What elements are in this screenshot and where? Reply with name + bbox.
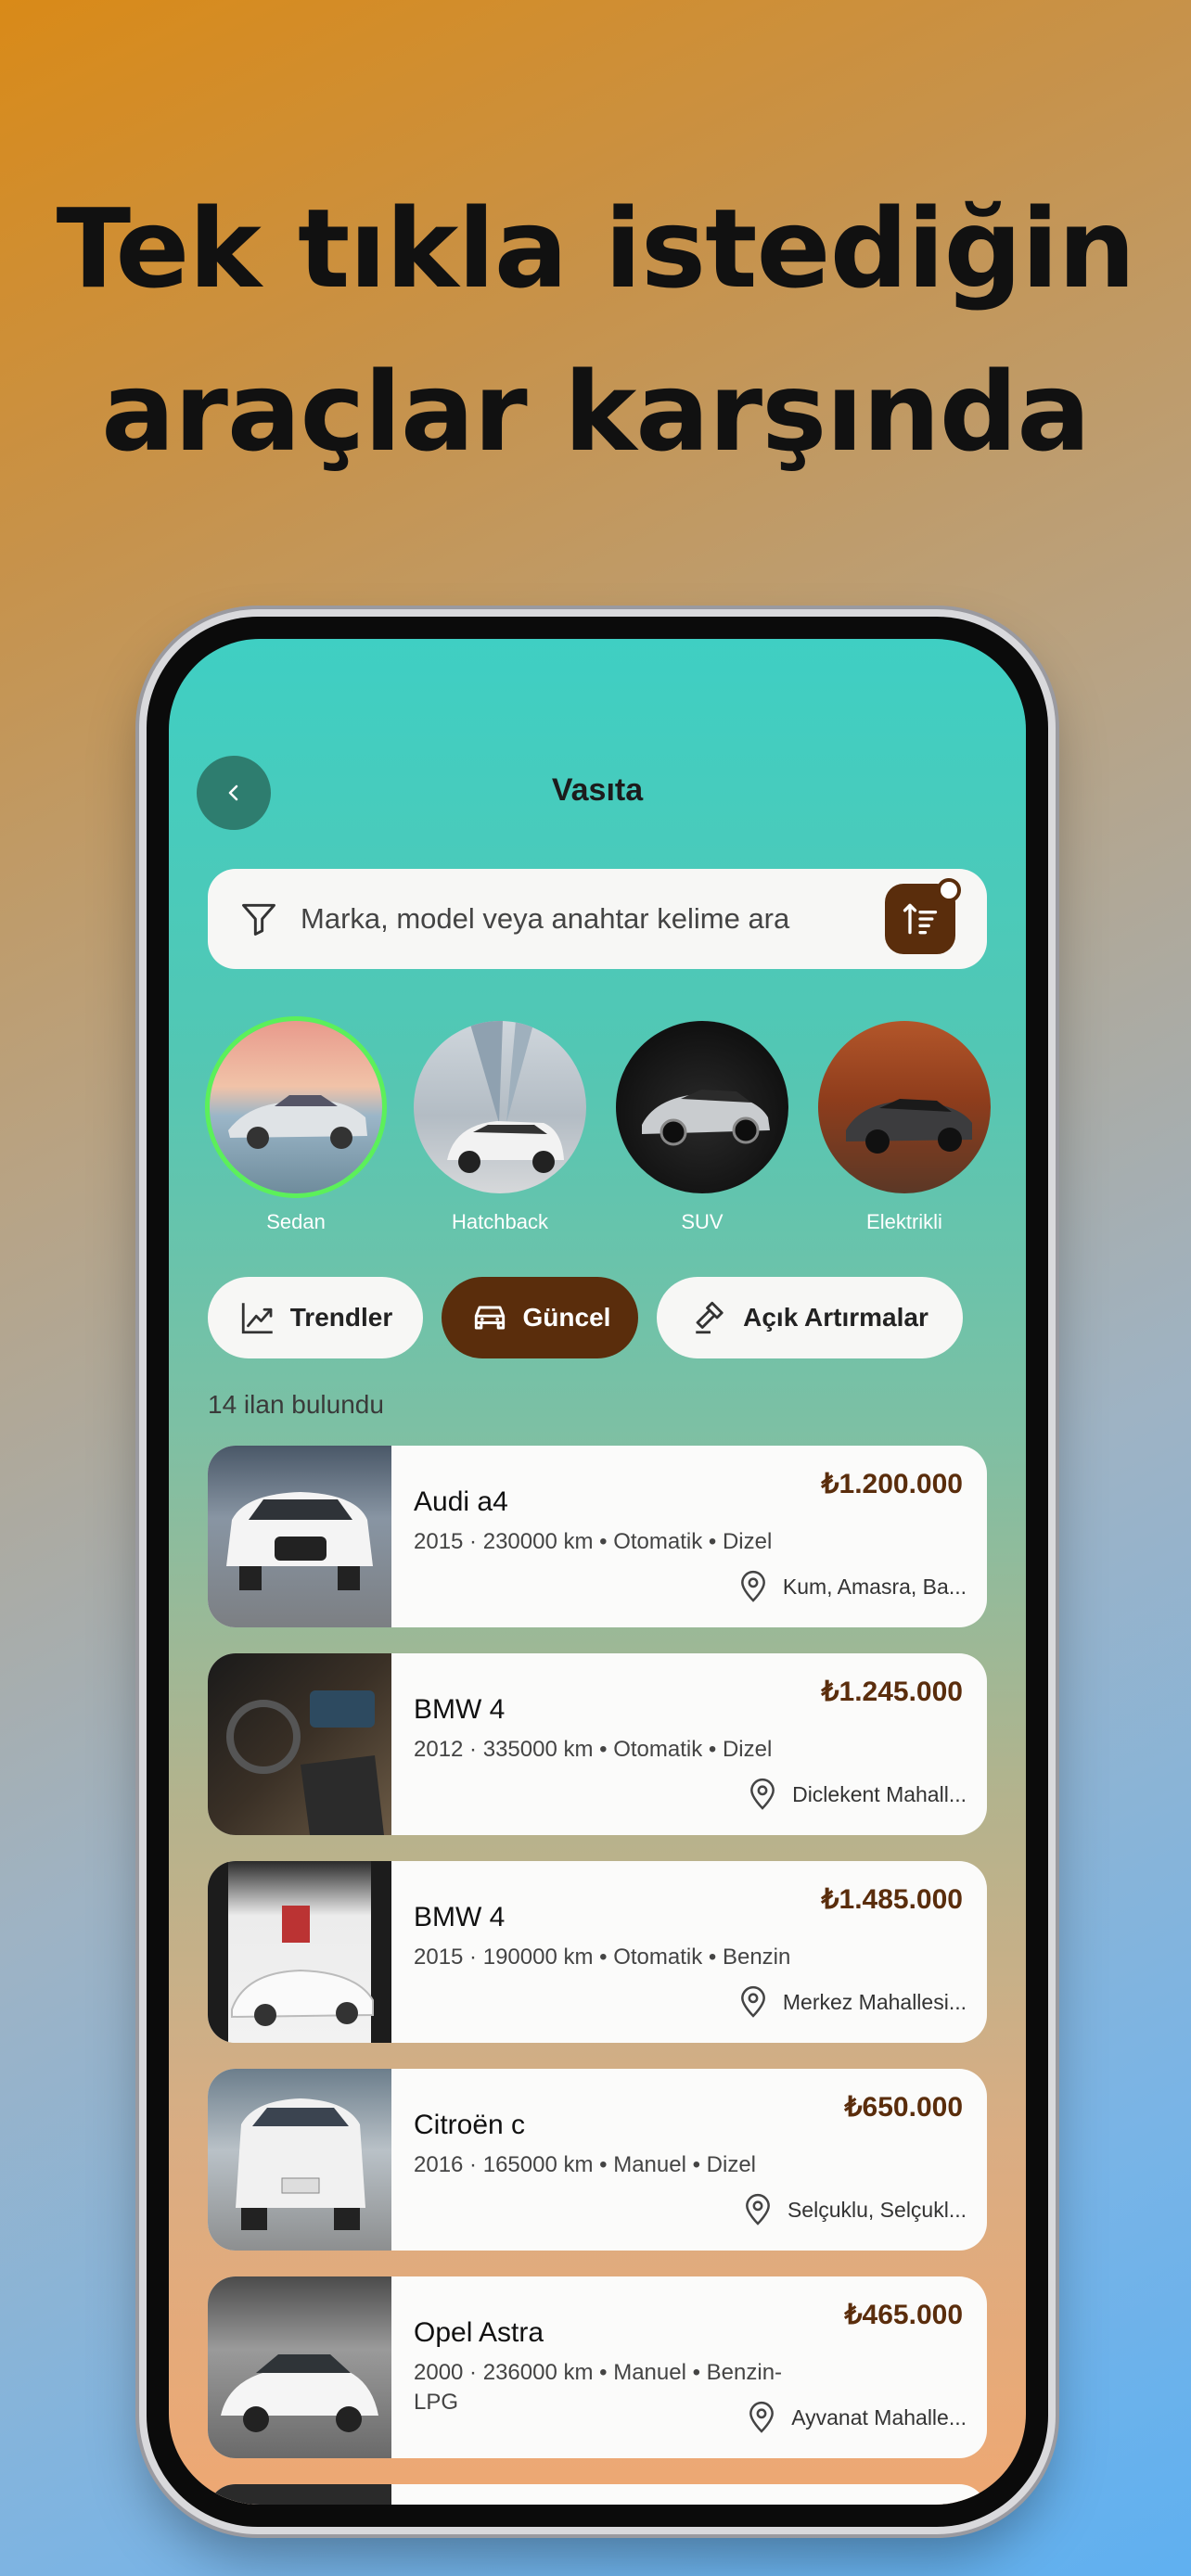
category-label: SUV bbox=[681, 1210, 724, 1233]
category-hatchback[interactable]: Hatchback bbox=[412, 1021, 588, 1234]
location-text: Ayvanat Mahalle... bbox=[791, 2404, 967, 2429]
listing-location: Diclekent Mahall... bbox=[744, 1776, 967, 1813]
headline: Tek tıkla istediğin araçlar karşında bbox=[0, 167, 1191, 493]
category-sedan[interactable]: Sedan bbox=[208, 1021, 384, 1234]
suv-image bbox=[616, 1021, 788, 1193]
listing-location: Selçuklu, Selçukl... bbox=[739, 2191, 967, 2228]
listing-price: ₺1.485.000 bbox=[821, 1884, 963, 1915]
listing-card[interactable]: BMW 4 ₺1.245.000 2012 · 335000 km • Otom… bbox=[208, 1653, 987, 1835]
listing-title: Audi a4 bbox=[414, 1486, 508, 1517]
listing-card[interactable]: BMW 4 ₺1.485.000 2015 · 190000 km • Otom… bbox=[208, 1861, 987, 2043]
location-text: Diclekent Mahall... bbox=[792, 1781, 967, 1806]
listing-card[interactable]: Audi a4 ₺1.200.000 2015 · 230000 km • Ot… bbox=[208, 1446, 987, 1627]
chip-label: Açık Artırmalar bbox=[743, 1303, 928, 1332]
listing-image bbox=[208, 2069, 391, 2251]
headline-line-2: araçlar karşında bbox=[101, 348, 1091, 476]
sort-icon bbox=[903, 903, 938, 935]
listing-card-partial[interactable] bbox=[208, 2484, 987, 2505]
listing-price: ₺1.245.000 bbox=[821, 1677, 963, 1707]
listing-price: ₺1.200.000 bbox=[821, 1469, 963, 1499]
car-icon bbox=[474, 1306, 505, 1330]
chip-label: Trendler bbox=[289, 1303, 393, 1332]
results-count: 14 ilan bulundu bbox=[208, 1390, 384, 1419]
sort-button[interactable] bbox=[885, 878, 961, 954]
location-pin-icon bbox=[746, 2194, 770, 2225]
listing-meta: 2015 · 190000 km • Otomatik • Benzin bbox=[414, 1945, 791, 1970]
location-text: Merkez Mahallesi... bbox=[782, 1989, 967, 2014]
phone-frame: Vasıta Marka, model veya anahtar kelime … bbox=[147, 617, 1048, 2527]
listing-meta: 2015 · 230000 km • Otomatik • Dizel bbox=[414, 1529, 773, 1554]
listing-price: ₺650.000 bbox=[844, 2092, 963, 2123]
listing-image bbox=[208, 1446, 391, 1627]
filter-chips: Trendler Güncel Açık Artırmalar bbox=[208, 1277, 1026, 1360]
trend-icon bbox=[241, 1303, 273, 1334]
category-label: Elektrikli bbox=[866, 1210, 942, 1233]
category-row: Sedan Hatchback SUV Elektrikli bbox=[208, 1021, 1026, 1243]
category-elektrikli[interactable]: Elektrikli bbox=[816, 1021, 992, 1234]
listing-location: Merkez Mahallesi... bbox=[735, 1983, 967, 2021]
listing-meta: 2012 · 335000 km • Otomatik • Dizel bbox=[414, 1737, 773, 1762]
listing-title: BMW 4 bbox=[414, 1694, 506, 1725]
chip-label: Güncel bbox=[522, 1303, 611, 1332]
listing-location: Ayvanat Mahalle... bbox=[743, 2399, 967, 2436]
listing-title: Citroën c bbox=[414, 2110, 526, 2140]
filter-icon[interactable] bbox=[217, 899, 301, 939]
listing-image bbox=[208, 2484, 391, 2505]
sedan-image bbox=[210, 1021, 382, 1193]
category-label: Hatchback bbox=[452, 1210, 548, 1233]
listing-title: BMW 4 bbox=[414, 1902, 506, 1932]
category-label: Sedan bbox=[266, 1210, 326, 1233]
headline-line-1: Tek tıkla istediğin bbox=[56, 185, 1136, 312]
listing-image bbox=[208, 2276, 391, 2458]
location-pin-icon bbox=[750, 1779, 775, 1810]
location-pin-icon bbox=[740, 1986, 765, 2018]
search-input[interactable]: Marka, model veya anahtar kelime ara bbox=[301, 902, 885, 936]
location-text: Selçuklu, Selçukl... bbox=[787, 2197, 967, 2222]
listing-card[interactable]: Opel Astra ₺465.000 2000 · 236000 km • M… bbox=[208, 2276, 987, 2458]
chip-guncel[interactable]: Güncel bbox=[442, 1277, 638, 1358]
category-suv[interactable]: SUV bbox=[614, 1021, 790, 1234]
gavel-icon bbox=[696, 1301, 724, 1334]
location-pin-icon bbox=[749, 2402, 775, 2433]
app-screen: Vasıta Marka, model veya anahtar kelime … bbox=[169, 639, 1026, 2505]
elektrikli-image bbox=[818, 1021, 991, 1193]
hatchback-image bbox=[414, 1021, 586, 1193]
listing-card[interactable]: Citroën c ₺650.000 2016 · 165000 km • Ma… bbox=[208, 2069, 987, 2251]
page-title: Vasıta bbox=[551, 772, 644, 808]
listing-image bbox=[208, 1653, 391, 1835]
listing-image bbox=[208, 1861, 391, 2043]
search-bar[interactable]: Marka, model veya anahtar kelime ara bbox=[208, 869, 987, 969]
listing-meta: 2016 · 165000 km • Manuel • Dizel bbox=[414, 2152, 756, 2177]
sort-badge bbox=[937, 878, 961, 902]
listing-price: ₺465.000 bbox=[844, 2300, 963, 2330]
listing-location: Kum, Amasra, Ba... bbox=[735, 1568, 967, 1605]
location-text: Kum, Amasra, Ba... bbox=[782, 1574, 967, 1599]
top-bar: Vasıta bbox=[169, 756, 1026, 830]
location-pin-icon bbox=[740, 1571, 765, 1602]
chip-acik-artirmalar[interactable]: Açık Artırmalar bbox=[657, 1277, 963, 1358]
listing-title: Opel Astra bbox=[414, 2317, 544, 2348]
chip-trendler[interactable]: Trendler bbox=[208, 1277, 423, 1358]
